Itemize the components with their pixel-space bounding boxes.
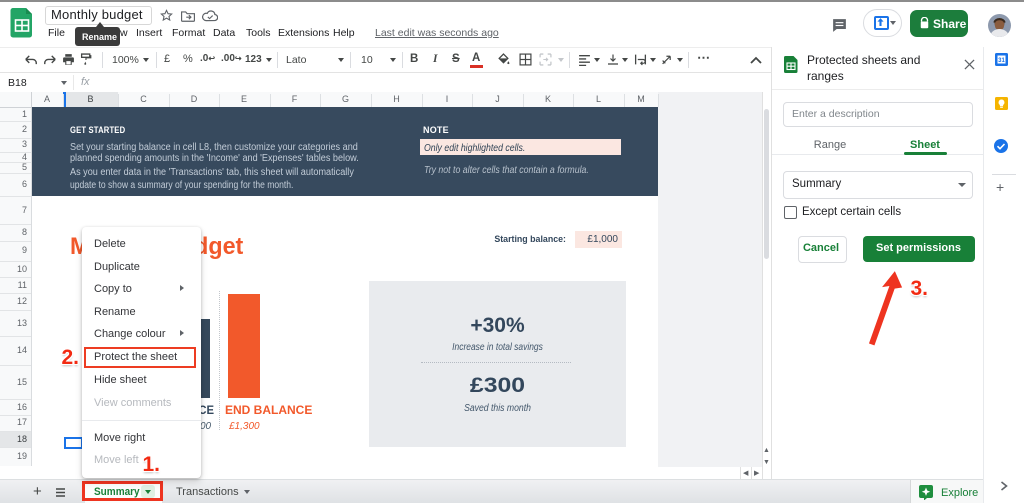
svg-text:31: 31 <box>998 58 1005 64</box>
